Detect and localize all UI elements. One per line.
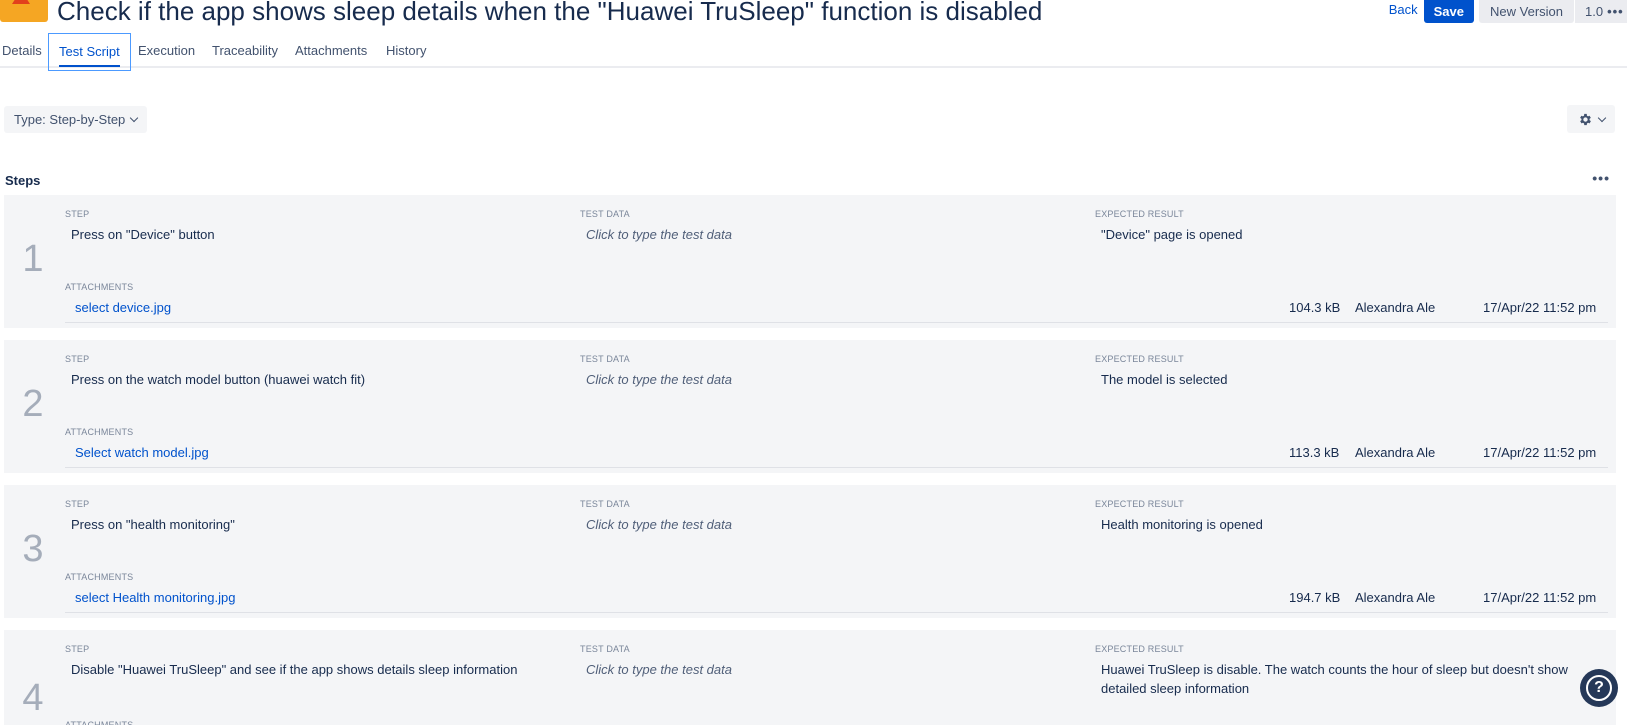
attachment-size: 194.7 kB bbox=[1289, 590, 1341, 605]
steps-heading: Steps bbox=[5, 173, 41, 188]
test-data-field[interactable]: Click to type the test data bbox=[586, 660, 732, 679]
tab-history[interactable]: History bbox=[386, 42, 426, 59]
help-button[interactable]: ? bbox=[1580, 669, 1618, 707]
attachment-link[interactable]: Select watch model.jpg bbox=[75, 445, 209, 460]
question-icon: ? bbox=[1586, 675, 1612, 701]
attachment-user: Alexandra Ale bbox=[1355, 445, 1436, 460]
project-logo-icon bbox=[0, 0, 48, 22]
attachment-date: 17/Apr/22 11:52 pm bbox=[1483, 590, 1597, 605]
step-card: 4 STEP Disable "Huawei TruSleep" and see… bbox=[4, 630, 1616, 725]
attachment-date: 17/Apr/22 11:52 pm bbox=[1483, 300, 1597, 315]
tab-execution[interactable]: Execution bbox=[138, 42, 195, 59]
attachment-size: 113.3 kB bbox=[1289, 445, 1340, 460]
step-text[interactable]: Press on "health monitoring" bbox=[71, 515, 235, 534]
attachment-row: select device.jpg 104.3 kB Alexandra Ale… bbox=[65, 297, 1608, 323]
attachments-label: ATTACHMENTS bbox=[65, 720, 134, 725]
gear-icon bbox=[1579, 113, 1591, 125]
test-data-field[interactable]: Click to type the test data bbox=[586, 515, 732, 534]
step-label: STEP bbox=[65, 644, 90, 654]
page-title: Check if the app shows sleep details whe… bbox=[57, 0, 1043, 26]
script-type-select[interactable]: Type: Step-by-Step bbox=[4, 106, 147, 133]
expected-result-label: EXPECTED RESULT bbox=[1095, 354, 1184, 364]
test-data-label: TEST DATA bbox=[580, 209, 630, 219]
expected-result-text[interactable]: Health monitoring is opened bbox=[1101, 515, 1263, 534]
expected-result-label: EXPECTED RESULT bbox=[1095, 644, 1184, 654]
tab-attachments[interactable]: Attachments bbox=[295, 42, 367, 59]
attachment-row: Select watch model.jpg 113.3 kB Alexandr… bbox=[65, 442, 1608, 468]
test-data-field[interactable]: Click to type the test data bbox=[586, 225, 732, 244]
test-data-label: TEST DATA bbox=[580, 354, 630, 364]
test-data-label: TEST DATA bbox=[580, 644, 630, 654]
tab-traceability[interactable]: Traceability bbox=[212, 42, 278, 59]
back-link[interactable]: Back bbox=[1389, 1, 1418, 18]
attachment-size: 104.3 kB bbox=[1289, 300, 1341, 315]
tab-test-script-label: Test Script bbox=[59, 44, 120, 59]
step-card: 3 STEP Press on "health monitoring" TEST… bbox=[4, 485, 1616, 618]
test-data-label: TEST DATA bbox=[580, 499, 630, 509]
version-label: 1.0 bbox=[1585, 4, 1604, 19]
attachment-user: Alexandra Ale bbox=[1355, 590, 1436, 605]
attachments-label: ATTACHMENTS bbox=[65, 427, 134, 437]
steps-more-icon[interactable]: ••• bbox=[1592, 170, 1610, 186]
step-label: STEP bbox=[65, 354, 90, 364]
step-card: 1 STEP Press on "Device" button TEST DAT… bbox=[4, 195, 1616, 328]
page: Check if the app shows sleep details whe… bbox=[0, 0, 1627, 725]
step-number: 1 bbox=[22, 238, 44, 280]
step-label: STEP bbox=[65, 209, 90, 219]
expected-result-text[interactable]: The model is selected bbox=[1101, 370, 1227, 389]
step-text[interactable]: Press on "Device" button bbox=[71, 225, 215, 244]
script-type-label: Type: Step-by-Step bbox=[14, 112, 126, 127]
step-label: STEP bbox=[65, 499, 90, 509]
new-version-button[interactable]: New Version bbox=[1479, 0, 1574, 23]
attachment-link[interactable]: select device.jpg bbox=[75, 300, 171, 315]
more-icon: ••• bbox=[1607, 4, 1624, 19]
chevron-down-icon bbox=[1597, 113, 1606, 122]
attachments-label: ATTACHMENTS bbox=[65, 282, 134, 292]
header: Check if the app shows sleep details whe… bbox=[0, 0, 1627, 28]
version-dropdown[interactable]: 1.0 ••• bbox=[1575, 0, 1627, 23]
step-text[interactable]: Press on the watch model button (huawei … bbox=[71, 370, 365, 389]
tab-bar: Details Test Script Execution Traceabili… bbox=[0, 33, 1627, 71]
expected-result-label: EXPECTED RESULT bbox=[1095, 499, 1184, 509]
expected-result-text[interactable]: Huawei TruSleep is disable. The watch co… bbox=[1101, 660, 1581, 698]
step-card: 2 STEP Press on the watch model button (… bbox=[4, 340, 1616, 473]
step-number: 3 bbox=[22, 528, 44, 570]
attachment-date: 17/Apr/22 11:52 pm bbox=[1483, 445, 1597, 460]
attachments-label: ATTACHMENTS bbox=[65, 572, 134, 582]
expected-result-label: EXPECTED RESULT bbox=[1095, 209, 1184, 219]
settings-button[interactable] bbox=[1567, 105, 1615, 133]
attachment-user: Alexandra Ale bbox=[1355, 300, 1436, 315]
tab-details[interactable]: Details bbox=[2, 42, 42, 59]
tab-test-script[interactable]: Test Script bbox=[48, 33, 131, 71]
test-data-field[interactable]: Click to type the test data bbox=[586, 370, 732, 389]
active-tab-indicator bbox=[59, 65, 120, 67]
save-button[interactable]: Save bbox=[1423, 0, 1475, 23]
step-text[interactable]: Disable "Huawei TruSleep" and see if the… bbox=[71, 660, 517, 679]
expected-result-text[interactable]: "Device" page is opened bbox=[1101, 225, 1243, 244]
step-number: 4 bbox=[22, 677, 44, 719]
chevron-down-icon bbox=[130, 113, 139, 123]
attachment-row: select Health monitoring.jpg 194.7 kB Al… bbox=[65, 587, 1608, 613]
header-actions: Back Save New Version 1.0 ••• bbox=[1389, 0, 1627, 23]
step-number: 2 bbox=[22, 383, 44, 425]
attachment-link[interactable]: select Health monitoring.jpg bbox=[75, 590, 235, 605]
